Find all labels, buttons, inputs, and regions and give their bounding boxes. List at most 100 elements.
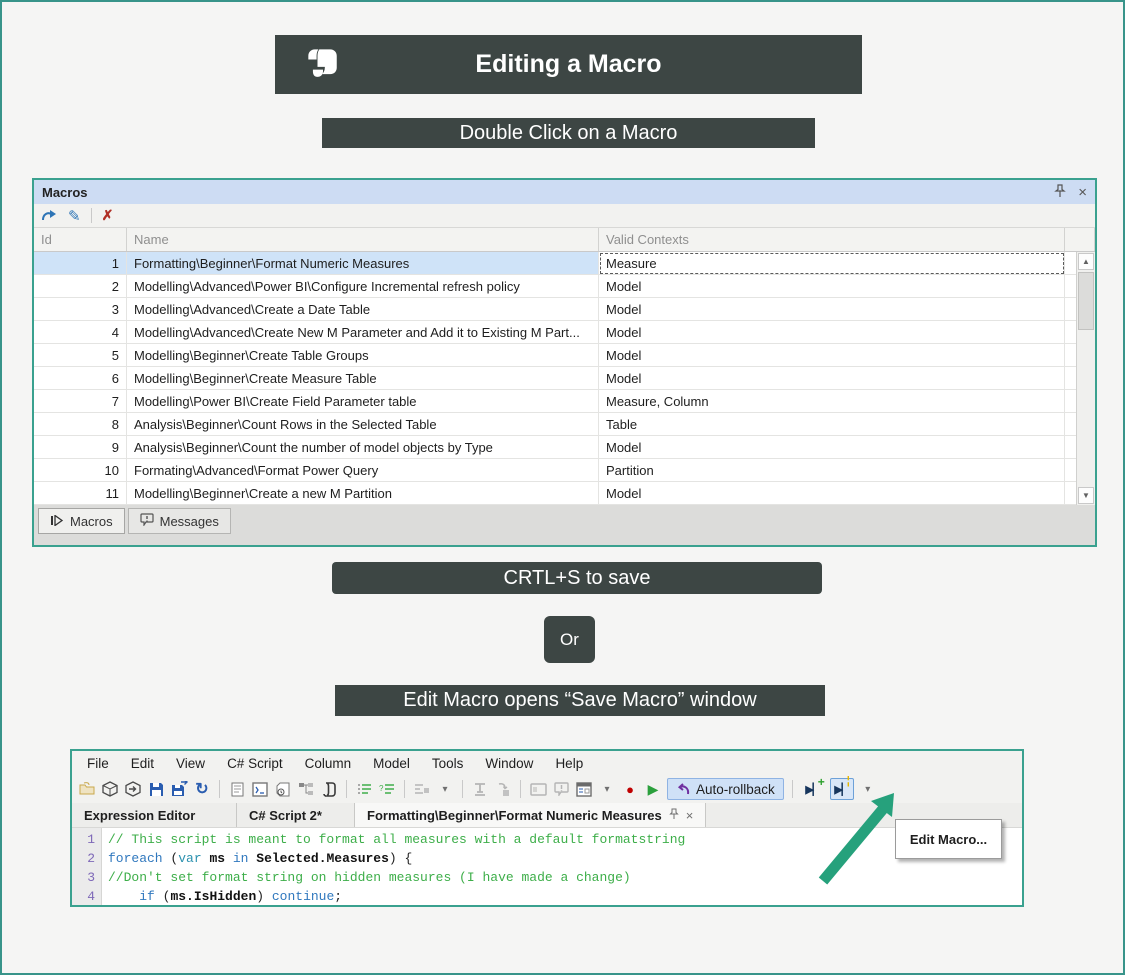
scroll-up-button[interactable]: ▲: [1078, 253, 1094, 270]
macro-id-cell: 6: [34, 367, 127, 390]
column-header-valid-contexts[interactable]: Valid Contexts: [599, 228, 1065, 251]
tab-expression-editor[interactable]: Expression Editor: [72, 803, 237, 827]
line-number: 3: [72, 868, 95, 887]
macro-row[interactable]: 2Modelling\Advanced\Power BI\Configure I…: [34, 275, 1095, 298]
tab-pin-icon[interactable]: [669, 808, 679, 823]
deploy-icon[interactable]: [471, 780, 489, 798]
macro-name-cell: Modelling\Beginner\Create Measure Table: [127, 367, 599, 390]
macro-name-cell: Modelling\Advanced\Create a Date Table: [127, 298, 599, 321]
messages-tab-icon: [140, 513, 154, 529]
tab-close-icon[interactable]: ×: [686, 808, 694, 823]
tab-macros[interactable]: Macros: [38, 508, 125, 534]
toolbar-separator: [520, 780, 521, 798]
macros-table-body: 1Formatting\Beginner\Format Numeric Meas…: [34, 252, 1095, 505]
auto-rollback-button[interactable]: Auto-rollback: [667, 778, 784, 800]
open-model-icon[interactable]: [101, 780, 119, 798]
macro-row[interactable]: 1Formatting\Beginner\Format Numeric Meas…: [34, 252, 1095, 275]
menu-item-window[interactable]: Window: [474, 756, 544, 771]
menu-item-edit[interactable]: Edit: [120, 756, 165, 771]
tab-label: Expression Editor: [84, 808, 195, 823]
save-as-icon[interactable]: [170, 780, 188, 798]
open-model-from-package-icon[interactable]: [124, 780, 142, 798]
toolbar-separator: [462, 780, 463, 798]
step-save-text: CRTL+S to save: [504, 567, 651, 590]
delete-macro-icon[interactable]: ✗: [102, 207, 114, 224]
messages-icon[interactable]: [552, 780, 570, 798]
tab-format-numeric-measures[interactable]: Formatting\Beginner\Format Numeric Measu…: [355, 803, 706, 827]
svg-text:?: ?: [379, 784, 384, 793]
menu-item-file[interactable]: File: [76, 756, 120, 771]
menu-bar: FileEditViewC# ScriptColumnModelToolsWin…: [72, 751, 1022, 775]
editor-window: FileEditViewC# ScriptColumnModelToolsWin…: [70, 749, 1024, 907]
menu-item-view[interactable]: View: [165, 756, 216, 771]
column-header-blank: [1065, 228, 1095, 251]
line-number: 1: [72, 830, 95, 849]
macro-id-cell: 8: [34, 413, 127, 436]
run-macro-icon[interactable]: [40, 207, 58, 225]
tab-label: C# Script 2*: [249, 808, 322, 823]
column-header-name[interactable]: Name: [127, 228, 599, 251]
column-header-id[interactable]: Id: [34, 228, 127, 251]
save-icon[interactable]: [147, 780, 165, 798]
preferences-window-icon[interactable]: [575, 780, 593, 798]
step-edit-macro-text: Edit Macro opens “Save Macro” window: [403, 689, 756, 712]
open-file-icon[interactable]: [78, 780, 96, 798]
preferences-caret-icon[interactable]: ▾: [598, 780, 616, 798]
step-double-click-text: Double Click on a Macro: [460, 122, 678, 145]
tab-csharp-script[interactable]: C# Script 2*: [237, 803, 355, 827]
macro-name-cell: Formatting\Beginner\Format Numeric Measu…: [127, 252, 599, 275]
tab-messages[interactable]: Messages: [128, 508, 231, 534]
macro-row[interactable]: 4Modelling\Advanced\Create New M Paramet…: [34, 321, 1095, 344]
macro-row[interactable]: 6Modelling\Beginner\Create Measure Table…: [34, 367, 1095, 390]
macro-row[interactable]: 7Modelling\Power BI\Create Field Paramet…: [34, 390, 1095, 413]
macro-name-cell: Formating\Advanced\Format Power Query: [127, 459, 599, 482]
format-script-icon[interactable]: [355, 780, 373, 798]
macro-name-cell: Modelling\Advanced\Power BI\Configure In…: [127, 275, 599, 298]
deploy-target-icon[interactable]: [494, 780, 512, 798]
script-file-icon[interactable]: [274, 780, 292, 798]
vertical-scrollbar[interactable]: ▲ ▼: [1076, 252, 1095, 505]
macro-contexts-cell: Measure: [599, 252, 1065, 275]
menu-item-c-script[interactable]: C# Script: [216, 756, 294, 771]
new-script-icon[interactable]: [228, 780, 246, 798]
menu-item-column[interactable]: Column: [294, 756, 363, 771]
close-icon[interactable]: ×: [1078, 185, 1087, 200]
menu-item-help[interactable]: Help: [544, 756, 594, 771]
scrollbar-thumb[interactable]: [1078, 272, 1094, 330]
script-window-icon[interactable]: [251, 780, 269, 798]
pin-icon[interactable]: [1054, 184, 1066, 201]
macro-row[interactable]: 8Analysis\Beginner\Count Rows in the Sel…: [34, 413, 1095, 436]
macro-row[interactable]: 3Modelling\Advanced\Create a Date TableM…: [34, 298, 1095, 321]
edit-macro-pencil-icon[interactable]: ✎: [68, 207, 81, 225]
line-number: 4: [72, 887, 95, 905]
refresh-icon[interactable]: ↻: [193, 780, 211, 798]
menu-item-model[interactable]: Model: [362, 756, 421, 771]
macro-row[interactable]: 11Modelling\Beginner\Create a new M Part…: [34, 482, 1095, 505]
title-banner: Editing a Macro: [275, 35, 862, 94]
run-script-icon[interactable]: ▶: [644, 780, 662, 798]
perspective-caret-icon[interactable]: ▾: [436, 780, 454, 798]
macros-panel-titlebar: Macros ×: [34, 180, 1095, 204]
scroll-icon: [301, 43, 345, 94]
macro-id-cell: 10: [34, 459, 127, 482]
perspective-icon[interactable]: [413, 780, 431, 798]
menu-item-tools[interactable]: Tools: [421, 756, 475, 771]
macro-row[interactable]: 9Analysis\Beginner\Count the number of m…: [34, 436, 1095, 459]
line-number: 2: [72, 849, 95, 868]
console-icon[interactable]: [529, 780, 547, 798]
macro-id-cell: 5: [34, 344, 127, 367]
macro-scroll-icon[interactable]: [320, 780, 338, 798]
macro-contexts-cell: Table: [599, 413, 1065, 436]
format-script-alt-icon[interactable]: ?: [378, 780, 396, 798]
macro-id-cell: 1: [34, 252, 127, 275]
record-icon[interactable]: ●: [621, 780, 639, 798]
step-double-click-banner: Double Click on a Macro: [322, 118, 815, 148]
macro-row[interactable]: 5Modelling\Beginner\Create Table GroupsM…: [34, 344, 1095, 367]
dependency-tree-icon[interactable]: [297, 780, 315, 798]
macro-id-cell: 11: [34, 482, 127, 505]
macro-id-cell: 4: [34, 321, 127, 344]
macro-contexts-cell: Measure, Column: [599, 390, 1065, 413]
scroll-down-button[interactable]: ▼: [1078, 487, 1094, 504]
plus-badge-icon: +: [818, 775, 825, 789]
macro-row[interactable]: 10Formating\Advanced\Format Power QueryP…: [34, 459, 1095, 482]
